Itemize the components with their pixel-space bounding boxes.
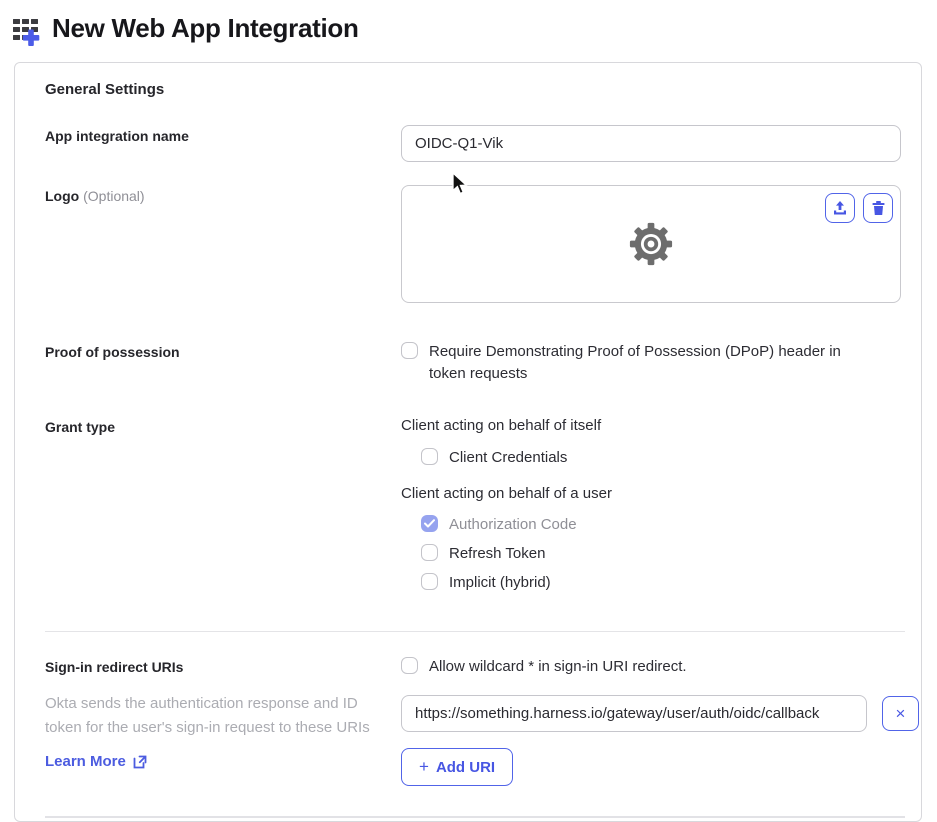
wildcard-checkbox-label[interactable]: Allow wildcard * in sign-in URI redirect… [429, 656, 687, 678]
grant-group-user-title: Client acting on behalf of a user [401, 485, 612, 502]
add-uri-button[interactable]: + Add URI [401, 748, 514, 786]
check-icon [424, 519, 435, 528]
refresh-token-label[interactable]: Refresh Token [449, 543, 545, 565]
grant-type-row: Grant type Client acting on behalf of it… [31, 416, 905, 601]
upload-icon [834, 201, 846, 215]
remove-uri-button[interactable]: × [882, 696, 919, 731]
authorization-code-label: Authorization Code [449, 516, 577, 533]
bottom-divider [45, 816, 905, 818]
signin-redirect-row: Sign-in redirect URIs Okta sends the aut… [31, 656, 919, 786]
grant-option-implicit: Implicit (hybrid) [421, 572, 905, 594]
client-credentials-checkbox[interactable] [421, 448, 438, 465]
add-uri-label: Add URI [435, 758, 496, 776]
proof-of-possession-label: Proof of possession [45, 344, 180, 360]
section-divider [45, 631, 905, 632]
external-link-icon [133, 755, 147, 768]
gear-icon [629, 222, 673, 266]
proof-of-possession-row: Proof of possession Require Demonstratin… [31, 341, 905, 385]
grant-option-refresh-token: Refresh Token [421, 543, 905, 565]
grant-option-authorization-code: Authorization Code [421, 514, 905, 536]
learn-more-label: Learn More [45, 753, 126, 770]
dpop-checkbox[interactable] [401, 342, 418, 359]
implicit-hybrid-checkbox[interactable] [421, 573, 438, 590]
implicit-hybrid-label[interactable]: Implicit (hybrid) [449, 572, 551, 594]
client-credentials-label[interactable]: Client Credentials [449, 447, 567, 469]
app-name-label: App integration name [45, 128, 189, 144]
dpop-checkbox-label[interactable]: Require Demonstrating Proof of Possessio… [429, 341, 875, 385]
general-settings-card: General Settings App integration name Lo… [14, 62, 922, 822]
close-icon: × [895, 703, 906, 723]
logo-label: Logo (Optional) [45, 188, 145, 204]
signin-redirect-help-text: Okta sends the authentication response a… [45, 695, 370, 736]
refresh-token-checkbox[interactable] [421, 544, 438, 561]
grant-option-client-credentials: Client Credentials [421, 447, 905, 469]
app-name-input[interactable] [401, 125, 901, 162]
grant-type-label: Grant type [45, 419, 116, 435]
wildcard-checkbox[interactable] [401, 657, 418, 674]
trash-icon [872, 201, 884, 215]
grant-group-itself-title: Client acting on behalf of itself [401, 417, 602, 434]
logo-dropzone[interactable] [401, 185, 901, 303]
uri-row: × [401, 695, 919, 732]
learn-more-link[interactable]: Learn More [45, 753, 401, 770]
plus-icon: + [419, 757, 429, 776]
upload-logo-button[interactable] [825, 193, 855, 223]
section-title: General Settings [45, 81, 165, 98]
logo-row: Logo (Optional) [31, 185, 905, 303]
wildcard-checkbox-row: Allow wildcard * in sign-in URI redirect… [401, 656, 919, 678]
logo-optional-label: (Optional) [83, 188, 145, 204]
app-grid-plus-icon [13, 18, 40, 46]
page-title: New Web App Integration [52, 13, 359, 43]
signin-redirect-label: Sign-in redirect URIs [45, 659, 184, 675]
page-header: New Web App Integration [0, 0, 937, 46]
delete-logo-button[interactable] [863, 193, 893, 223]
authorization-code-checkbox[interactable] [421, 515, 438, 532]
app-name-row: App integration name [31, 125, 905, 162]
redirect-uri-input[interactable] [401, 695, 867, 732]
